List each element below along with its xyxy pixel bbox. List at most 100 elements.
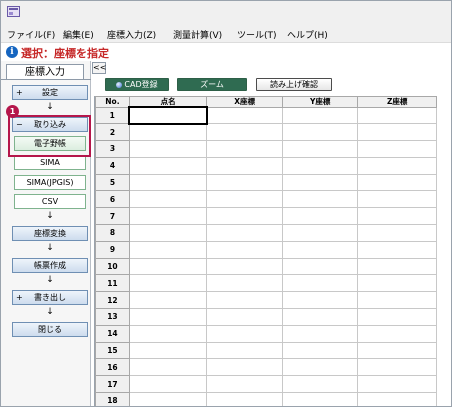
z-cell[interactable] bbox=[357, 291, 437, 310]
x-cell[interactable] bbox=[206, 224, 283, 242]
y-cell[interactable] bbox=[281, 274, 359, 293]
y-cell[interactable] bbox=[281, 207, 359, 226]
z-cell[interactable] bbox=[357, 173, 437, 192]
row-number[interactable]: 11 bbox=[95, 274, 130, 293]
row-number[interactable]: 16 bbox=[95, 358, 130, 377]
row-number[interactable]: 5 bbox=[95, 173, 130, 192]
z-cell[interactable] bbox=[357, 224, 437, 242]
point-name-cell[interactable] bbox=[128, 341, 208, 360]
column-header-point-name[interactable]: 点名 bbox=[128, 96, 208, 108]
point-name-cell[interactable] bbox=[128, 274, 208, 293]
point-name-cell[interactable] bbox=[128, 173, 208, 192]
point-name-cell[interactable] bbox=[128, 291, 208, 310]
y-cell[interactable] bbox=[281, 140, 359, 158]
sima-button[interactable]: SIMA bbox=[14, 155, 86, 170]
point-name-cell[interactable] bbox=[128, 392, 208, 406]
z-cell[interactable] bbox=[357, 274, 437, 293]
z-cell[interactable] bbox=[357, 123, 437, 142]
point-name-cell[interactable] bbox=[128, 308, 208, 326]
point-name-cell[interactable] bbox=[128, 257, 208, 276]
collapse-panel-button[interactable]: << bbox=[92, 62, 106, 74]
point-name-cell[interactable] bbox=[128, 207, 208, 226]
report-create-button[interactable]: 帳票作成 bbox=[12, 258, 88, 273]
x-cell[interactable] bbox=[206, 341, 283, 360]
x-cell[interactable] bbox=[206, 358, 283, 377]
z-cell[interactable] bbox=[357, 324, 437, 343]
menu-file[interactable]: ファイル(F) bbox=[7, 28, 55, 41]
row-number[interactable]: 3 bbox=[95, 140, 130, 158]
point-name-cell[interactable] bbox=[128, 106, 208, 125]
x-cell[interactable] bbox=[206, 190, 283, 209]
y-cell[interactable] bbox=[281, 224, 359, 242]
z-cell[interactable] bbox=[357, 140, 437, 158]
y-cell[interactable] bbox=[281, 291, 359, 310]
y-cell[interactable] bbox=[281, 341, 359, 360]
x-cell[interactable] bbox=[206, 207, 283, 226]
point-name-cell[interactable] bbox=[128, 123, 208, 142]
x-cell[interactable] bbox=[206, 291, 283, 310]
read-aloud-check-button[interactable]: 読み上げ確認 bbox=[256, 78, 332, 91]
x-cell[interactable] bbox=[206, 156, 283, 175]
column-header-no[interactable]: No. bbox=[95, 96, 130, 108]
cad-register-button[interactable]: CAD登録 bbox=[105, 78, 169, 91]
menu-help[interactable]: ヘルプ(H) bbox=[287, 28, 328, 41]
row-number[interactable]: 15 bbox=[95, 341, 130, 360]
x-cell[interactable] bbox=[206, 240, 283, 259]
menu-coordinate-input[interactable]: 座標入力(Z) bbox=[107, 28, 156, 41]
z-cell[interactable] bbox=[357, 358, 437, 377]
coordinate-convert-button[interactable]: 座標変換 bbox=[12, 226, 88, 241]
y-cell[interactable] bbox=[281, 392, 359, 406]
x-cell[interactable] bbox=[206, 375, 283, 394]
menu-survey-calc[interactable]: 測量計算(V) bbox=[173, 28, 222, 41]
row-number[interactable]: 12 bbox=[95, 291, 130, 310]
zoom-button[interactable]: ズーム bbox=[177, 78, 247, 91]
point-name-cell[interactable] bbox=[128, 240, 208, 259]
point-name-cell[interactable] bbox=[128, 140, 208, 158]
y-cell[interactable] bbox=[281, 106, 359, 125]
settings-button[interactable]: + 設定 bbox=[12, 85, 88, 100]
x-cell[interactable] bbox=[206, 392, 283, 406]
menu-edit[interactable]: 編集(E) bbox=[63, 28, 94, 41]
row-number[interactable]: 18 bbox=[95, 392, 130, 406]
y-cell[interactable] bbox=[281, 257, 359, 276]
point-name-cell[interactable] bbox=[128, 324, 208, 343]
z-cell[interactable] bbox=[357, 207, 437, 226]
row-number[interactable]: 1 bbox=[95, 106, 130, 125]
y-cell[interactable] bbox=[281, 173, 359, 192]
z-cell[interactable] bbox=[357, 392, 437, 406]
z-cell[interactable] bbox=[357, 257, 437, 276]
row-number[interactable]: 10 bbox=[95, 257, 130, 276]
y-cell[interactable] bbox=[281, 190, 359, 209]
x-cell[interactable] bbox=[206, 308, 283, 326]
x-cell[interactable] bbox=[206, 257, 283, 276]
column-header-y[interactable]: Y座標 bbox=[281, 96, 359, 108]
y-cell[interactable] bbox=[281, 375, 359, 394]
row-number[interactable]: 14 bbox=[95, 324, 130, 343]
x-cell[interactable] bbox=[206, 106, 283, 125]
point-name-cell[interactable] bbox=[128, 190, 208, 209]
row-number[interactable]: 6 bbox=[95, 190, 130, 209]
y-cell[interactable] bbox=[281, 156, 359, 175]
column-header-z[interactable]: Z座標 bbox=[357, 96, 437, 108]
x-cell[interactable] bbox=[206, 140, 283, 158]
menu-tools[interactable]: ツール(T) bbox=[237, 28, 277, 41]
csv-button[interactable]: CSV bbox=[14, 194, 86, 209]
point-name-cell[interactable] bbox=[128, 375, 208, 394]
tab-coordinate-input[interactable]: 座標入力 bbox=[6, 64, 84, 80]
z-cell[interactable] bbox=[357, 308, 437, 326]
point-name-cell[interactable] bbox=[128, 358, 208, 377]
x-cell[interactable] bbox=[206, 274, 283, 293]
row-number[interactable]: 4 bbox=[95, 156, 130, 175]
y-cell[interactable] bbox=[281, 324, 359, 343]
row-number[interactable]: 7 bbox=[95, 207, 130, 226]
z-cell[interactable] bbox=[357, 106, 437, 125]
row-number[interactable]: 8 bbox=[95, 224, 130, 242]
y-cell[interactable] bbox=[281, 308, 359, 326]
x-cell[interactable] bbox=[206, 324, 283, 343]
y-cell[interactable] bbox=[281, 123, 359, 142]
y-cell[interactable] bbox=[281, 358, 359, 377]
row-number[interactable]: 17 bbox=[95, 375, 130, 394]
sima-jpgis-button[interactable]: SIMA(JPGIS) bbox=[14, 175, 86, 190]
z-cell[interactable] bbox=[357, 156, 437, 175]
x-cell[interactable] bbox=[206, 173, 283, 192]
